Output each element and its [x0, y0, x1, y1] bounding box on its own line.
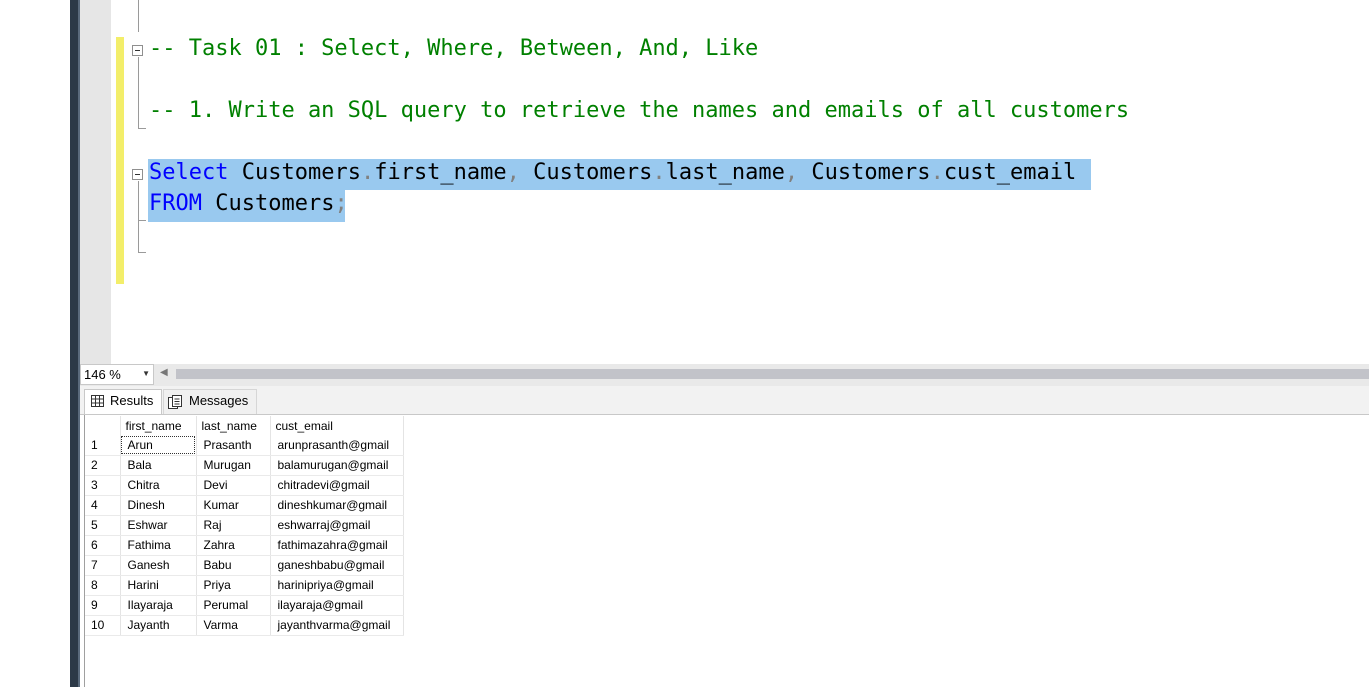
cell-cust-email[interactable]: fathimazahra@gmail — [270, 535, 404, 556]
cell-first-name[interactable]: Ilayaraja — [120, 595, 197, 616]
cell-cust-email[interactable]: jayanthvarma@gmail — [270, 615, 404, 636]
cell-last-name[interactable]: Devi — [196, 475, 271, 496]
outline-line — [138, 57, 139, 129]
cell-first-name[interactable]: Harini — [120, 575, 197, 596]
change-tracking-bar — [116, 37, 124, 284]
cell-last-name[interactable]: Murugan — [196, 455, 271, 476]
cell-last-name[interactable]: Raj — [196, 515, 271, 536]
cell-last-name[interactable]: Prasanth — [196, 435, 271, 456]
cell-last-name[interactable]: Priya — [196, 575, 271, 596]
code-comment-question[interactable]: -- 1. Write an SQL query to retrieve the… — [149, 96, 1129, 126]
row-number[interactable]: 4 — [85, 495, 121, 516]
cell-first-name[interactable]: Dinesh — [120, 495, 197, 516]
cell-first-name[interactable]: Fathima — [120, 535, 197, 556]
row-number[interactable]: 3 — [85, 475, 121, 496]
cell-last-name[interactable]: Zahra — [196, 535, 271, 556]
keyword-select: Select — [149, 160, 229, 185]
editor-gutter — [80, 0, 111, 364]
horizontal-scrollbar-thumb[interactable] — [176, 369, 1369, 379]
cell-cust-email[interactable]: dineshkumar@gmail — [270, 495, 404, 516]
zoom-value: 146 % — [84, 367, 121, 382]
table-row[interactable]: 6 Fathima Zahra fathimazahra@gmail — [85, 535, 404, 556]
column-ref: last_name — [665, 160, 785, 185]
column-header[interactable]: first_name — [120, 416, 197, 435]
grid-icon — [91, 395, 104, 410]
cell-first-name[interactable]: Ganesh — [120, 555, 197, 576]
cell-last-name[interactable]: Kumar — [196, 495, 271, 516]
row-number[interactable]: 8 — [85, 575, 121, 596]
semicolon: ; — [334, 191, 348, 216]
keyword-from: FROM — [149, 191, 202, 216]
column-header[interactable]: last_name — [196, 416, 271, 435]
zoom-dropdown[interactable]: 146 % ▼ — [80, 364, 154, 385]
cell-first-name[interactable]: Jayanth — [120, 615, 197, 636]
outline-line — [138, 181, 139, 253]
messages-icon — [168, 395, 183, 412]
table-row[interactable]: 4 Dinesh Kumar dineshkumar@gmail — [85, 495, 404, 516]
cell-cust-email[interactable]: balamurugan@gmail — [270, 455, 404, 476]
table-row[interactable]: 10 Jayanth Varma jayanthvarma@gmail — [85, 615, 404, 636]
table-row[interactable]: 7 Ganesh Babu ganeshbabu@gmail — [85, 555, 404, 576]
cell-cust-email[interactable]: ganeshbabu@gmail — [270, 555, 404, 576]
table-row[interactable]: 1 Arun Prasanth arunprasanth@gmail — [85, 435, 404, 456]
cell-first-name[interactable]: Chitra — [120, 475, 197, 496]
row-number[interactable]: 10 — [85, 615, 121, 636]
cell-cust-email[interactable]: ilayaraja@gmail — [270, 595, 404, 616]
results-tabs-bar — [80, 386, 1369, 415]
window-border — [70, 0, 78, 687]
cell-cust-email[interactable]: arunprasanth@gmail — [270, 435, 404, 456]
row-number[interactable]: 2 — [85, 455, 121, 476]
code-from-line[interactable]: FROM Customers; — [149, 189, 348, 219]
grid-corner[interactable] — [85, 416, 121, 435]
outline-line — [138, 0, 139, 32]
cell-cust-email[interactable]: chitradevi@gmail — [270, 475, 404, 496]
table-ref: Customers — [811, 160, 931, 185]
column-ref: first_name — [374, 160, 507, 185]
tab-messages-label: Messages — [189, 393, 249, 408]
code-comment-task[interactable]: -- Task 01 : Select, Where, Between, And… — [149, 34, 758, 64]
table-ref: Customers — [533, 160, 653, 185]
row-number[interactable]: 6 — [85, 535, 121, 556]
scroll-left-icon[interactable]: ◀ — [160, 367, 168, 378]
column-header[interactable]: cust_email — [270, 416, 404, 435]
row-number[interactable]: 5 — [85, 515, 121, 536]
cell-first-name[interactable]: Eshwar — [120, 515, 197, 536]
outline-line-end — [138, 252, 146, 253]
row-number[interactable]: 1 — [85, 435, 121, 456]
left-window-area — [0, 0, 70, 687]
column-ref: cust_email — [943, 160, 1077, 185]
table-row[interactable]: 3 Chitra Devi chitradevi@gmail — [85, 475, 404, 496]
code-select-line[interactable]: Select Customers.first_name, Customers.l… — [149, 158, 1076, 188]
grid-header-row: first_name last_name cust_email — [85, 416, 404, 435]
collapse-toggle-icon[interactable] — [132, 45, 143, 56]
tab-results[interactable]: Results — [84, 389, 162, 414]
table-row[interactable]: 5 Eshwar Raj eshwarraj@gmail — [85, 515, 404, 536]
outline-line-end — [138, 128, 146, 129]
cell-first-name[interactable]: Bala — [120, 455, 197, 476]
tab-messages[interactable]: Messages — [163, 389, 257, 414]
table-row[interactable]: 9 Ilayaraja Perumal ilayaraja@gmail — [85, 595, 404, 616]
tab-results-label: Results — [110, 393, 154, 408]
row-number[interactable]: 9 — [85, 595, 121, 616]
table-row[interactable]: 8 Harini Priya harinipriya@gmail — [85, 575, 404, 596]
outline-line-tick — [138, 220, 146, 221]
cell-last-name[interactable]: Varma — [196, 615, 271, 636]
collapse-toggle-icon[interactable] — [132, 169, 143, 180]
table-ref: Customers — [215, 191, 335, 216]
cell-last-name[interactable]: Perumal — [196, 595, 271, 616]
table-ref: Customers — [241, 160, 361, 185]
row-number[interactable]: 7 — [85, 555, 121, 576]
table-row[interactable]: 2 Bala Murugan balamurugan@gmail — [85, 455, 404, 476]
chevron-down-icon: ▼ — [142, 369, 150, 378]
cell-cust-email[interactable]: eshwarraj@gmail — [270, 515, 404, 536]
results-grid: first_name last_name cust_email 1 Arun Pra… — [85, 416, 404, 636]
cell-cust-email[interactable]: harinipriya@gmail — [270, 575, 404, 596]
cell-first-name[interactable]: Arun — [120, 435, 197, 456]
cell-last-name[interactable]: Babu — [196, 555, 271, 576]
